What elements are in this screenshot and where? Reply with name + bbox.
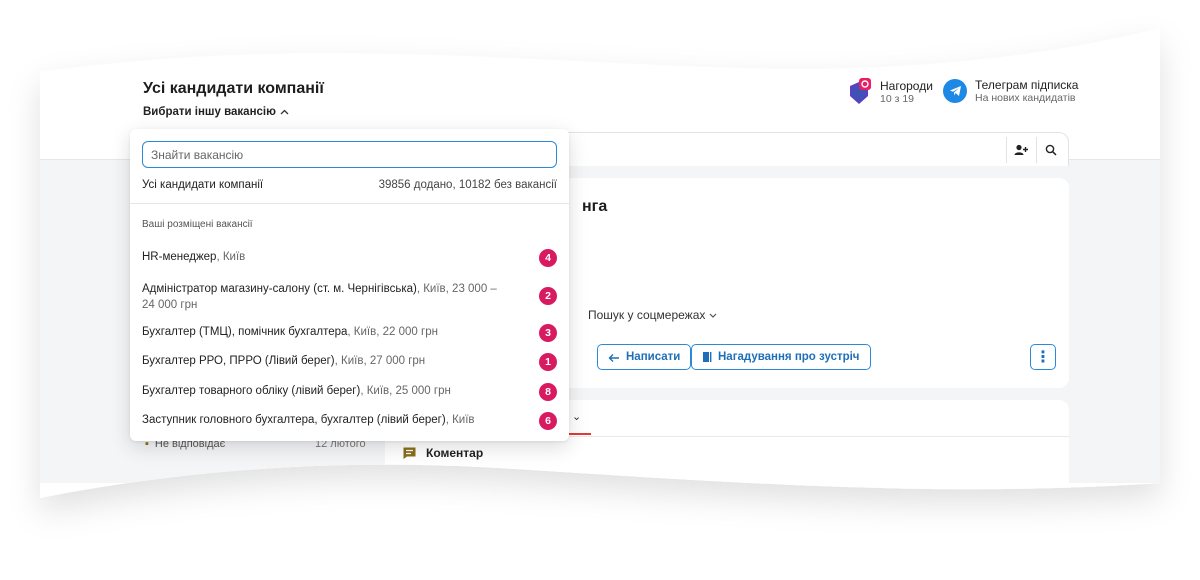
vacancy-title: Бухгалтер товарного обліку (лівий берег): [142, 385, 361, 397]
vacancy-location: , Київ, 22 000 грн: [347, 326, 438, 338]
vacancy-location: , Київ, 23 000 –: [416, 283, 497, 295]
chevron-up-icon: [280, 109, 289, 115]
comment-icon: [403, 447, 416, 459]
candidate-count-badge: 8: [539, 383, 557, 401]
comment-label: Коментар: [426, 446, 484, 460]
telegram-subtitle: На нових кандидатів: [975, 92, 1076, 104]
chevron-down-icon: [709, 313, 717, 318]
vacancy-option[interactable]: Бухгалтер РРО, ПРРО (Лівий берег), Київ,…: [142, 355, 557, 367]
meeting-reminder-label: Нагадування про зустріч: [718, 351, 860, 363]
more-vertical-icon: ⋮: [1035, 349, 1051, 366]
reply-icon: [608, 353, 620, 362]
telegram-icon: [943, 79, 967, 103]
comment-entry[interactable]: Коментар: [403, 446, 483, 460]
vacancy-title: HR-менеджер: [142, 251, 217, 263]
candidate-count-badge: 3: [539, 324, 557, 342]
candidate-count-badge: 2: [539, 287, 557, 305]
screenshot-sheet: ‹ Вакансії Усі кандидати компанії Вибрат…: [0, 0, 1200, 580]
vacancy-option[interactable]: HR-менеджер, Київ: [142, 251, 557, 263]
awards-widget[interactable]: Нагороди 10 з 19: [848, 78, 933, 106]
social-search-toggle[interactable]: Пошук у соцмережах: [588, 308, 717, 322]
posted-vacancies-heading: Ваші розміщені вакансії: [142, 219, 253, 230]
awards-count: 10 з 19: [880, 93, 915, 105]
vacancy-title: Адміністратор магазину-салону (ст. м. Че…: [142, 283, 417, 295]
awards-title: Нагороди: [880, 79, 933, 93]
vacancy-location: , Київ: [445, 414, 475, 426]
add-user-icon: [1014, 144, 1028, 156]
write-label: Написати: [626, 351, 681, 363]
all-candidates-label: Усі кандидати компанії: [142, 179, 264, 191]
vacancy-salary: 24 000 грн: [142, 299, 198, 311]
social-search-label: Пошук у соцмережах: [588, 308, 706, 322]
vacancy-option[interactable]: Заступник головного бухгалтера, бухгалте…: [142, 414, 557, 426]
switch-vacancy-label: Вибрати іншу вакансію: [143, 106, 276, 118]
telegram-subscription[interactable]: Телеграм підписка На нових кандидатів: [943, 78, 1078, 104]
vacancy-dropdown: Усі кандидати компанії 39856 додано, 101…: [130, 129, 569, 441]
telegram-title: Телеграм підписка: [975, 78, 1079, 92]
candidate-count-badge: 1: [539, 353, 557, 371]
add-user-button[interactable]: [1006, 137, 1034, 163]
meeting-reminder-button[interactable]: Нагадування про зустріч: [691, 344, 871, 370]
page-title: Усі кандидати компанії: [143, 80, 324, 97]
all-candidates-option[interactable]: Усі кандидати компанії 39856 додано, 101…: [142, 179, 557, 191]
vacancy-option[interactable]: Адміністратор магазину-салону (ст. м. Че…: [142, 281, 502, 313]
vacancy-location: , Київ: [216, 251, 246, 263]
vacancy-option[interactable]: Бухгалтер (ТМЦ), помічник бухгалтера, Ки…: [142, 326, 557, 338]
vacancy-title: Заступник головного бухгалтера, бухгалте…: [142, 414, 446, 426]
vacancy-search-input[interactable]: [142, 141, 557, 168]
candidate-count-badge: 4: [539, 249, 557, 267]
search-button[interactable]: [1036, 137, 1064, 163]
vacancy-option[interactable]: Бухгалтер товарного обліку (лівий берег)…: [142, 385, 557, 397]
vacancy-title: Бухгалтер РРО, ПРРО (Лівий берег): [142, 355, 335, 367]
write-button[interactable]: Написати: [597, 344, 691, 370]
vacancy-location: , Київ, 25 000 грн: [360, 385, 451, 397]
all-candidates-count: 39856 додано, 10182 без вакансії: [378, 179, 557, 191]
switch-vacancy-toggle[interactable]: Вибрати іншу вакансію: [143, 106, 289, 118]
more-actions-button[interactable]: ⋮: [1030, 344, 1056, 370]
dropdown-divider: [130, 203, 569, 204]
chevron-down-icon[interactable]: ⌄: [572, 410, 581, 423]
vacancy-location: , Київ, 27 000 грн: [334, 355, 426, 367]
vacancy-title: Бухгалтер (ТМЦ), помічник бухгалтера: [142, 326, 348, 338]
candidate-count-badge: 6: [539, 412, 557, 430]
candidate-name: нга: [582, 198, 608, 215]
search-icon: [1045, 144, 1057, 156]
awards-icon: [848, 78, 872, 106]
door-icon: [702, 351, 712, 363]
